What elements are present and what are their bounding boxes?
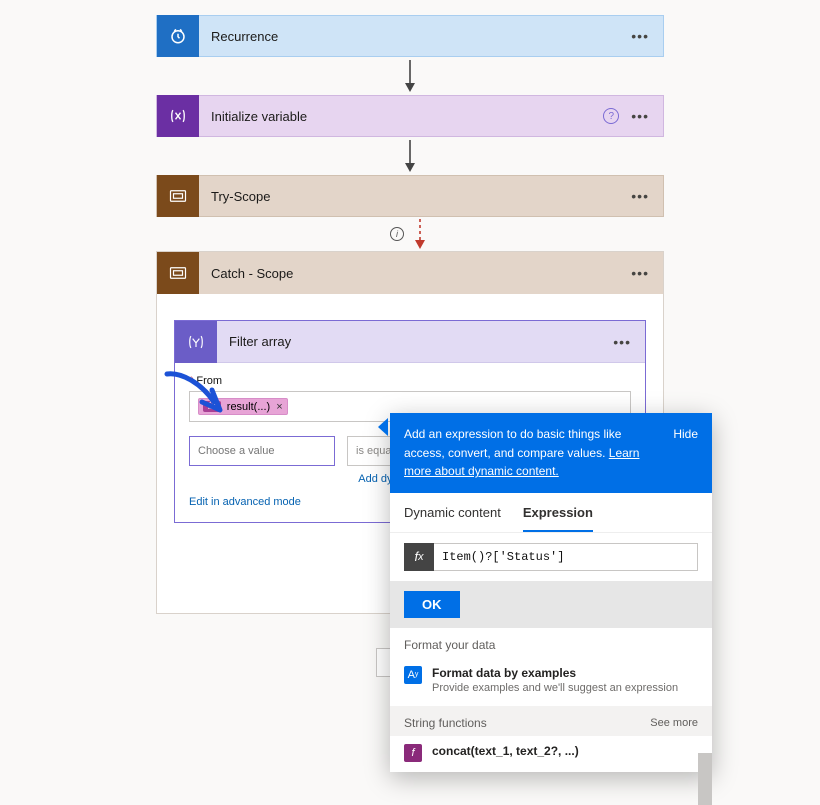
fx-icon: fx — [404, 543, 434, 571]
variable-icon — [157, 95, 199, 137]
tab-expression[interactable]: Expression — [523, 505, 593, 532]
section-format-header: Format your data — [404, 638, 495, 652]
tab-dynamic-content[interactable]: Dynamic content — [404, 505, 501, 532]
remove-token-icon[interactable]: × — [276, 401, 282, 413]
expression-input[interactable] — [434, 543, 698, 571]
scrollbar-thumb[interactable] — [698, 753, 712, 805]
flyout-banner: Add an expression to do basic things lik… — [390, 413, 712, 493]
recurrence-step[interactable]: Recurrence ••• — [156, 15, 664, 57]
token-text: result(...) — [227, 401, 270, 413]
value-left-input[interactable] — [189, 436, 335, 466]
expression-token[interactable]: fx result(...) × — [198, 398, 288, 415]
catch-scope-header[interactable]: Catch - Scope ••• — [157, 252, 663, 294]
hide-flyout-link[interactable]: Hide — [673, 425, 698, 481]
recurrence-title: Recurrence — [199, 29, 631, 44]
info-icon[interactable]: i — [390, 227, 404, 241]
from-label: From — [189, 375, 631, 387]
function-icon: f — [404, 744, 422, 762]
more-icon[interactable]: ••• — [631, 188, 649, 204]
help-icon[interactable]: ? — [603, 108, 619, 124]
scope-icon — [157, 175, 199, 217]
catchscope-title: Catch - Scope — [199, 266, 631, 281]
format-item-sub: Provide examples and we'll suggest an ex… — [432, 681, 678, 695]
more-icon[interactable]: ••• — [631, 108, 649, 124]
concat-title: concat(text_1, text_2?, ...) — [432, 744, 579, 760]
flyout-scrollbar[interactable] — [698, 753, 712, 772]
fx-icon: fx — [203, 401, 221, 412]
more-icon[interactable]: ••• — [613, 334, 631, 350]
arrow-down-icon — [400, 58, 420, 94]
edit-advanced-mode-link[interactable]: Edit in advanced mode — [189, 496, 301, 508]
flyout-banner-text: Add an expression to do basic things lik… — [404, 427, 621, 460]
filter-array-header[interactable]: Filter array ••• — [175, 321, 645, 363]
ok-button[interactable]: OK — [404, 591, 460, 618]
initvar-title: Initialize variable — [199, 109, 603, 124]
arrow-down-icon — [400, 138, 420, 174]
clock-icon — [157, 15, 199, 57]
filter-icon — [175, 321, 217, 363]
section-string-header: String functions — [404, 716, 487, 730]
tryscope-title: Try-Scope — [199, 189, 631, 204]
expression-flyout: Add an expression to do basic things lik… — [390, 413, 712, 772]
filter-title: Filter array — [217, 334, 613, 349]
concat-function-item[interactable]: f concat(text_1, text_2?, ...) — [390, 736, 712, 772]
try-scope-step[interactable]: Try-Scope ••• — [156, 175, 664, 217]
arrow-down-dashed-icon — [410, 219, 430, 249]
see-more-link[interactable]: See more — [650, 717, 698, 729]
more-icon[interactable]: ••• — [631, 265, 649, 281]
initialize-variable-step[interactable]: Initialize variable ? ••• — [156, 95, 664, 137]
flyout-caret-icon — [378, 418, 388, 436]
more-icon[interactable]: ••• — [631, 28, 649, 44]
scope-icon — [157, 252, 199, 294]
format-item-title: Format data by examples — [432, 666, 678, 682]
format-icon: Ay — [404, 666, 422, 684]
format-by-examples-item[interactable]: Ay Format data by examples Provide examp… — [390, 658, 712, 706]
